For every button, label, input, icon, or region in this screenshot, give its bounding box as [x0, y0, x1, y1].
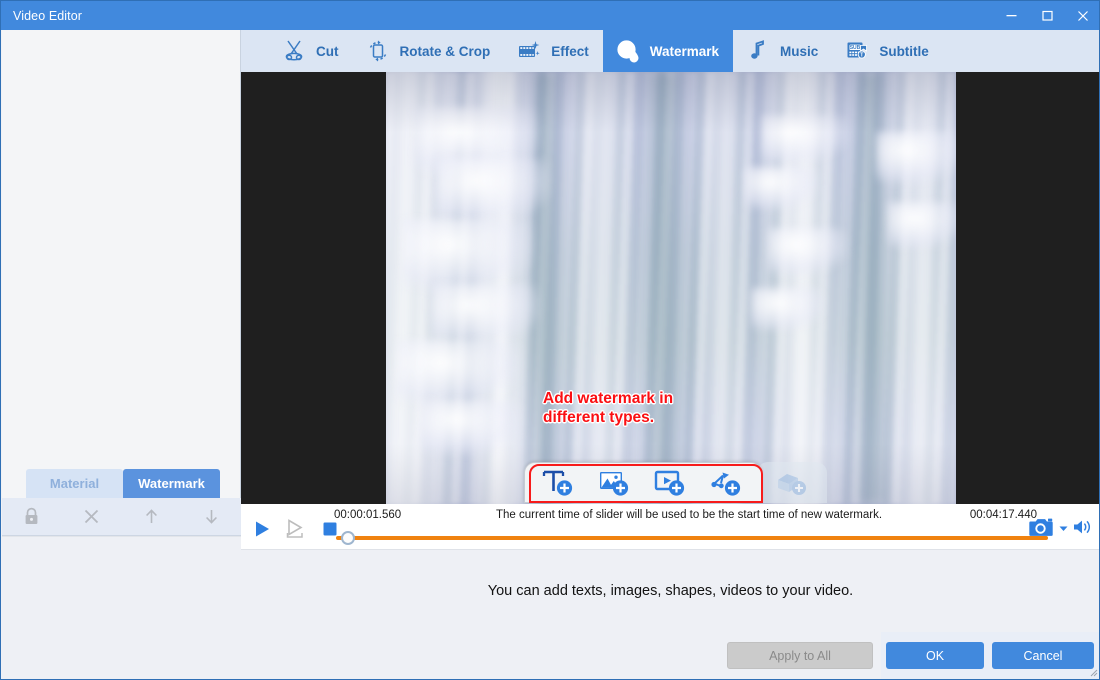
transport-controls: [249, 517, 343, 541]
text-add-icon: [541, 468, 577, 498]
rotate-crop-icon: [365, 38, 391, 64]
watermark-add-more-button[interactable]: [757, 462, 827, 503]
close-button[interactable]: [1065, 1, 1100, 30]
camera-icon: [1029, 516, 1055, 538]
tab-rotate-crop[interactable]: Rotate & Crop: [353, 30, 505, 72]
move-layer-up-button[interactable]: [122, 498, 182, 536]
left-panel-tabs: Material Watermark: [26, 469, 220, 498]
tab-watermark[interactable]: Watermark: [603, 30, 733, 72]
minimize-icon: [1005, 9, 1018, 22]
tab-subtitle-label: Subtitle: [879, 44, 929, 59]
lock-layer-button[interactable]: [2, 498, 62, 536]
add-video-watermark-button[interactable]: [643, 463, 699, 502]
tab-cut[interactable]: Cut: [269, 30, 353, 72]
add-text-watermark-button[interactable]: [531, 463, 587, 502]
volume-icon: [1072, 518, 1092, 536]
timeline-hint-text: The current time of slider will be used …: [496, 509, 882, 521]
video-editor-window: Video Editor Material Watermark: [0, 0, 1100, 680]
image-add-icon: [597, 468, 633, 498]
video-add-icon: [653, 468, 689, 498]
annotation-text: Add watermark in different types.: [543, 389, 673, 427]
ok-button[interactable]: OK: [886, 642, 984, 669]
tab-music[interactable]: Music: [733, 30, 832, 72]
sidebar-tab-material[interactable]: Material: [26, 469, 123, 498]
close-x-icon: [82, 507, 101, 526]
maximize-button[interactable]: [1029, 1, 1065, 30]
lock-icon: [23, 507, 40, 526]
film-sparkle-icon: [516, 38, 542, 64]
tab-effect-label: Effect: [551, 44, 589, 59]
svg-text:SUB: SUB: [850, 45, 861, 51]
window-title: Video Editor: [13, 9, 82, 23]
sidebar-tab-watermark-label: Watermark: [138, 476, 205, 491]
title-bar: Video Editor: [1, 1, 1100, 30]
tab-rotate-crop-label: Rotate & Crop: [400, 44, 491, 59]
video-preview-stage[interactable]: Add watermark in different types.: [241, 72, 1100, 504]
feature-bar-spacer: [241, 30, 269, 72]
feature-tab-bar: Cut Rotate & Crop: [241, 30, 1100, 72]
subtitle-icon: SUB T: [844, 38, 870, 64]
add-image-watermark-button[interactable]: [587, 463, 643, 502]
chevron-down-icon: [1058, 523, 1069, 534]
left-panel: Material Watermark: [2, 30, 241, 680]
arrow-up-icon: [142, 507, 161, 526]
apply-to-all-button[interactable]: Apply to All: [727, 642, 873, 669]
play-range-icon: [285, 518, 307, 540]
tab-cut-label: Cut: [316, 44, 339, 59]
ok-label: OK: [926, 649, 944, 663]
resize-grip-icon[interactable]: [1087, 666, 1098, 677]
video-vignette: [386, 72, 956, 504]
watermark-layer-list[interactable]: [2, 30, 240, 469]
scissors-icon: [281, 38, 307, 64]
tab-subtitle[interactable]: SUB T Subtitle: [832, 30, 943, 72]
sidebar-tab-material-label: Material: [50, 476, 99, 491]
layer-toolbar: [2, 498, 241, 536]
play-range-button[interactable]: [283, 517, 309, 541]
film-reel-icon: [615, 38, 641, 64]
cube-add-icon: [775, 469, 809, 497]
play-button[interactable]: [249, 517, 275, 541]
volume-button[interactable]: [1072, 518, 1092, 541]
arrow-down-icon: [202, 507, 221, 526]
tab-music-label: Music: [780, 44, 818, 59]
cancel-label: Cancel: [1024, 649, 1063, 663]
close-icon: [1076, 9, 1090, 23]
current-time-label: 00:00:01.560: [334, 509, 401, 521]
player-bar: 00:00:01.560 The current time of slider …: [241, 504, 1100, 550]
timeline-thumb[interactable]: [341, 531, 355, 545]
info-text: You can add texts, images, shapes, video…: [488, 583, 853, 599]
footer-bar: Apply to All OK Cancel: [241, 632, 1100, 679]
left-panel-properties-area: [2, 536, 241, 680]
info-strip: You can add texts, images, shapes, video…: [241, 550, 1100, 632]
play-icon: [252, 519, 272, 539]
shape-add-icon: [709, 468, 745, 498]
move-layer-down-button[interactable]: [181, 498, 241, 536]
sidebar-tab-watermark[interactable]: Watermark: [123, 469, 220, 498]
video-frame[interactable]: [386, 72, 956, 504]
cancel-button[interactable]: Cancel: [992, 642, 1094, 669]
minimize-button[interactable]: [993, 1, 1029, 30]
apply-to-all-label: Apply to All: [769, 649, 831, 663]
watermark-add-toolbar: [524, 462, 762, 503]
tab-effect[interactable]: Effect: [504, 30, 603, 72]
snapshot-button[interactable]: [1029, 516, 1055, 543]
add-shape-watermark-button[interactable]: [699, 463, 755, 502]
tab-watermark-label: Watermark: [650, 44, 719, 59]
timeline-track[interactable]: [336, 536, 1048, 540]
snapshot-menu-button[interactable]: [1058, 521, 1069, 539]
total-time-label: 00:04:17.440: [970, 509, 1037, 521]
maximize-icon: [1041, 9, 1054, 22]
music-note-icon: [745, 38, 771, 64]
player-right-controls: [1029, 516, 1092, 543]
delete-layer-button[interactable]: [62, 498, 122, 536]
timeline-slider[interactable]: [336, 532, 1048, 544]
